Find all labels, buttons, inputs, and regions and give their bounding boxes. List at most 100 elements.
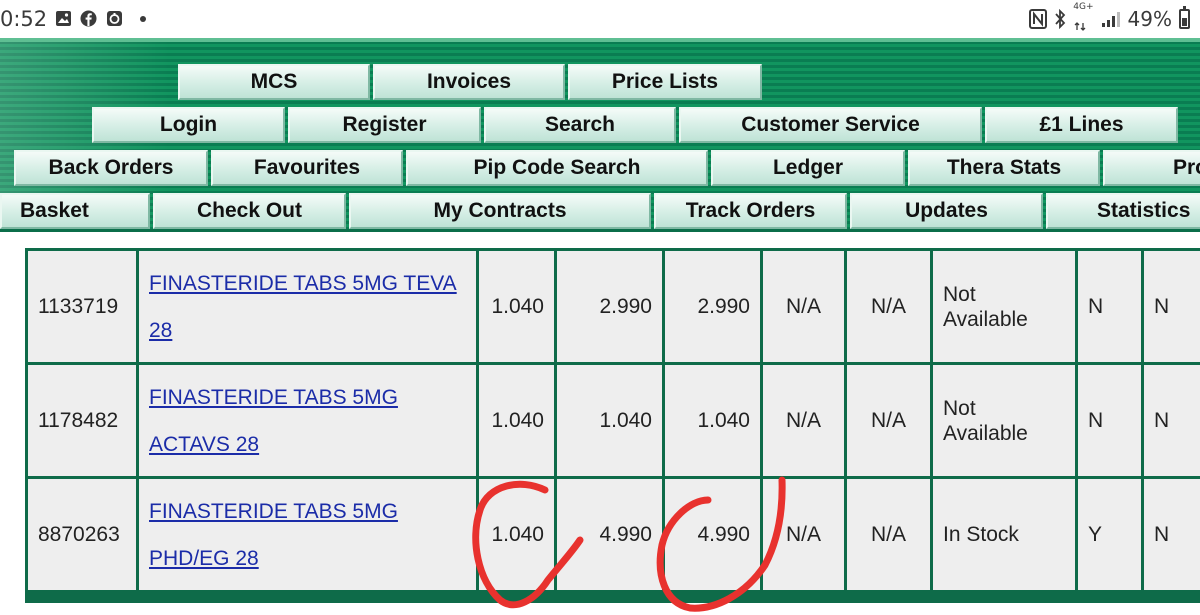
nav-button-label: Back Orders (48, 156, 174, 179)
na-value: N/A (785, 294, 821, 318)
status-right-cluster: 4G+ 49% (1029, 2, 1190, 32)
nav-login-button[interactable]: Login (92, 107, 285, 143)
nav-favourites-button[interactable]: Favourites (211, 150, 403, 186)
nav-button-label: Invoices (426, 70, 512, 93)
battery-percent: 49% (1127, 7, 1172, 31)
nav-check-out-button[interactable]: Check Out (153, 193, 346, 229)
stock-status-line1: Not (943, 396, 976, 420)
nav-button-label: MCS (250, 70, 298, 93)
status-time: 0:52 (0, 7, 48, 31)
flag2-cell: N (1144, 251, 1200, 362)
nav-updates-button[interactable]: Updates (850, 193, 1043, 229)
na-value: N/A (785, 408, 821, 432)
value3: 1.040 (697, 408, 750, 432)
results-table-body: 1133719 FINASTERIDE TABS 5MG TEVA 28 1.040 2… (28, 251, 1200, 590)
nav-pound-lines-button[interactable]: £1 Lines (985, 107, 1178, 143)
banner-top-line (0, 38, 1200, 42)
stock-status-line2: Available (943, 421, 1028, 445)
nav-pro-button[interactable]: Pro (1103, 150, 1200, 186)
results-table-container: 1133719 FINASTERIDE TABS 5MG TEVA 28 1.040 2… (25, 248, 1200, 603)
col-na2-cell: N/A (847, 365, 930, 476)
table-row: 8870263 FINASTERIDE TABS 5MG PHD/EG 28 1.04… (28, 479, 1200, 590)
nav-price-lists-button[interactable]: Price Lists (568, 64, 762, 100)
nav-track-orders-button[interactable]: Track Orders (654, 193, 847, 229)
gallery-icon (56, 11, 71, 26)
more-notifications-dot (140, 16, 146, 22)
banner-bottom-edge (0, 229, 1200, 232)
nav-invoices-button[interactable]: Invoices (373, 64, 565, 100)
nav-thera-stats-button[interactable]: Thera Stats (908, 150, 1100, 186)
nav-button-label: Search (544, 113, 616, 136)
nav-mcs-button[interactable]: MCS (178, 64, 370, 100)
flag1-cell: N (1078, 251, 1141, 362)
flag1: N (1088, 294, 1104, 318)
nav-customer-service-button[interactable]: Customer Service (679, 107, 982, 143)
value2: 4.990 (599, 522, 652, 546)
flag2-cell: N (1144, 365, 1200, 476)
col-na1-cell: N/A (763, 479, 844, 590)
nav-button-label: Updates (905, 199, 988, 222)
nav-search-button[interactable]: Search (484, 107, 676, 143)
value2-cell: 4.990 (557, 479, 662, 590)
bluetooth-icon (1055, 9, 1066, 29)
stock-status-line2: Available (943, 307, 1028, 331)
nav-statistics-button[interactable]: Statistics (1046, 193, 1200, 229)
nav-button-label: Basket (20, 199, 89, 222)
value2-cell: 2.990 (557, 251, 662, 362)
na-value: N/A (870, 522, 906, 546)
value1: 1.040 (491, 522, 544, 546)
nav-my-contracts-button[interactable]: My Contracts (349, 193, 651, 229)
nav-button-label: My Contracts (433, 199, 567, 222)
stock-status-cell: Not Available (933, 365, 1075, 476)
product-code: 1178482 (38, 408, 119, 432)
value3: 2.990 (697, 294, 750, 318)
product-code-cell: 8870263 (28, 479, 136, 590)
nav-pip-code-search-button[interactable]: Pip Code Search (406, 150, 708, 186)
network-indicator: 4G+ (1073, 1, 1094, 36)
value1-cell: 1.040 (479, 479, 554, 590)
flag2: N (1154, 408, 1170, 432)
product-code-cell: 1178482 (28, 365, 136, 476)
product-name-line2: PHD/EG 28 (149, 546, 259, 570)
results-table: 1133719 FINASTERIDE TABS 5MG TEVA 28 1.040 2… (25, 248, 1200, 593)
product-link[interactable]: FINASTERIDE TABS 5MG PHD/EG 28 (149, 488, 466, 582)
flag1: N (1088, 408, 1104, 432)
nav-button-label: Pip Code Search (473, 156, 641, 179)
product-code: 8870263 (38, 522, 120, 546)
nav-button-label: Price Lists (611, 70, 719, 93)
col-na1-cell: N/A (763, 251, 844, 362)
facebook-icon (80, 10, 97, 27)
signal-icon (1101, 12, 1120, 27)
product-name-line1: FINASTERIDE TABS 5MG (149, 385, 398, 409)
na-value: N/A (870, 408, 906, 432)
product-name-line2: 28 (149, 318, 173, 342)
col-na1-cell: N/A (763, 365, 844, 476)
network-type: 4G+ (1073, 1, 1094, 12)
product-code-cell: 1133719 (28, 251, 136, 362)
nav-basket-button[interactable]: Basket (0, 193, 150, 229)
product-description-cell: FINASTERIDE TABS 5MG ACTAVS 28 (139, 365, 476, 476)
stock-status-cell: In Stock (933, 479, 1075, 590)
product-description-cell: FINASTERIDE TABS 5MG TEVA 28 (139, 251, 476, 362)
na-value: N/A (870, 294, 906, 318)
nav-button-label: Check Out (196, 199, 303, 222)
nav-back-orders-button[interactable]: Back Orders (14, 150, 208, 186)
nav-register-button[interactable]: Register (288, 107, 481, 143)
status-bar: 0:52 4G+ 49% (0, 0, 1200, 38)
flag2: N (1154, 294, 1170, 318)
nav-button-label: Track Orders (685, 199, 816, 222)
nav-ledger-button[interactable]: Ledger (711, 150, 905, 186)
battery-level-fill (1182, 18, 1187, 26)
nfc-icon (1029, 9, 1048, 29)
product-link[interactable]: FINASTERIDE TABS 5MG TEVA 28 (149, 260, 466, 354)
product-link[interactable]: FINASTERIDE TABS 5MG ACTAVS 28 (149, 374, 466, 468)
nav-button-label: Customer Service (741, 113, 920, 136)
stock-status-line1: In Stock (943, 523, 1019, 546)
nav-button-label: Login (159, 113, 218, 136)
flag1-cell: Y (1078, 479, 1141, 590)
stock-status-cell: Not Available (933, 251, 1075, 362)
nav-button-label: Statistics (1097, 199, 1191, 222)
col-na2-cell: N/A (847, 479, 930, 590)
value1-cell: 1.040 (479, 251, 554, 362)
battery-icon (1179, 6, 1190, 29)
